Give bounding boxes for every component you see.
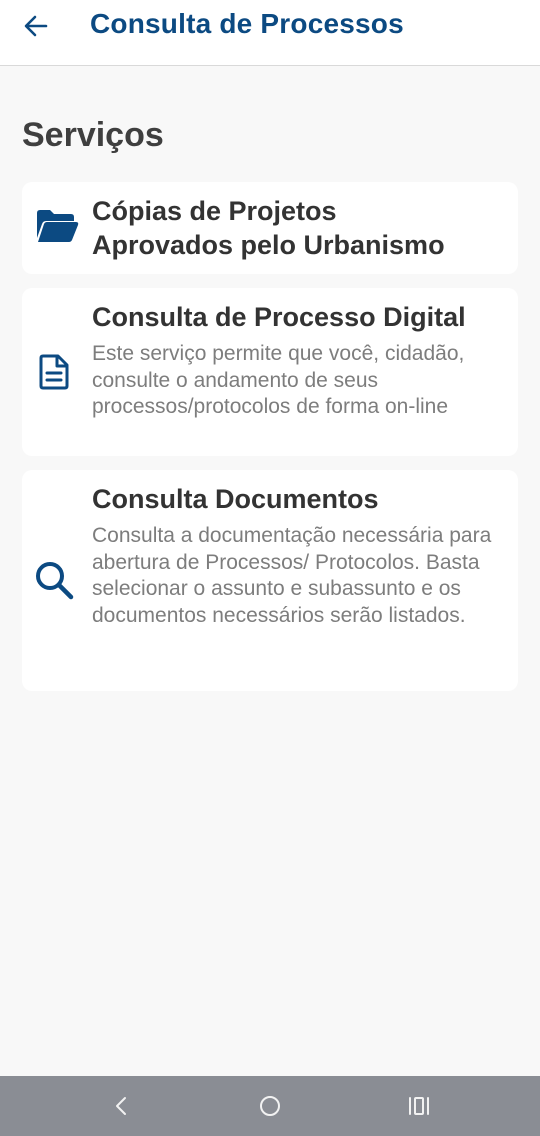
arrow-left-icon	[24, 15, 48, 37]
service-card-processo-digital[interactable]: Consulta de Processo Digital Este serviç…	[22, 288, 518, 456]
search-icon	[34, 560, 74, 600]
back-button[interactable]	[14, 6, 58, 46]
service-title-line: Aprovados pelo Urbanismo	[92, 230, 445, 260]
service-title-line: Cópias de Projetos	[92, 196, 337, 226]
service-title: Consulta de Processo Digital	[92, 302, 466, 332]
folder-open-icon	[34, 206, 80, 246]
app-bar: Consulta de Processos	[0, 0, 540, 66]
recent-apps-icon	[409, 1097, 429, 1115]
service-title: Consulta Documentos	[92, 484, 379, 514]
document-icon	[34, 352, 74, 392]
page-title: Consulta de Processos	[90, 8, 404, 39]
section-title: Serviços	[22, 116, 164, 154]
home-icon	[260, 1096, 280, 1116]
back-icon	[116, 1097, 126, 1115]
service-card-copias-projetos[interactable]: Cópias de Projetos Aprovados pelo Urbani…	[22, 182, 518, 274]
nav-home-button[interactable]	[235, 1076, 305, 1136]
service-description: Este serviço permite que você, cidadão, …	[92, 342, 465, 418]
service-card-consulta-documentos[interactable]: Consulta Documentos Consulta a documenta…	[22, 470, 518, 691]
nav-back-button[interactable]	[86, 1076, 156, 1136]
system-nav-bar	[0, 1076, 540, 1136]
service-description: Consulta a documentação necessária para …	[92, 524, 492, 627]
nav-recent-apps-button[interactable]	[384, 1076, 454, 1136]
service-title: Cópias de Projetos Aprovados pelo Urbani…	[92, 194, 504, 262]
